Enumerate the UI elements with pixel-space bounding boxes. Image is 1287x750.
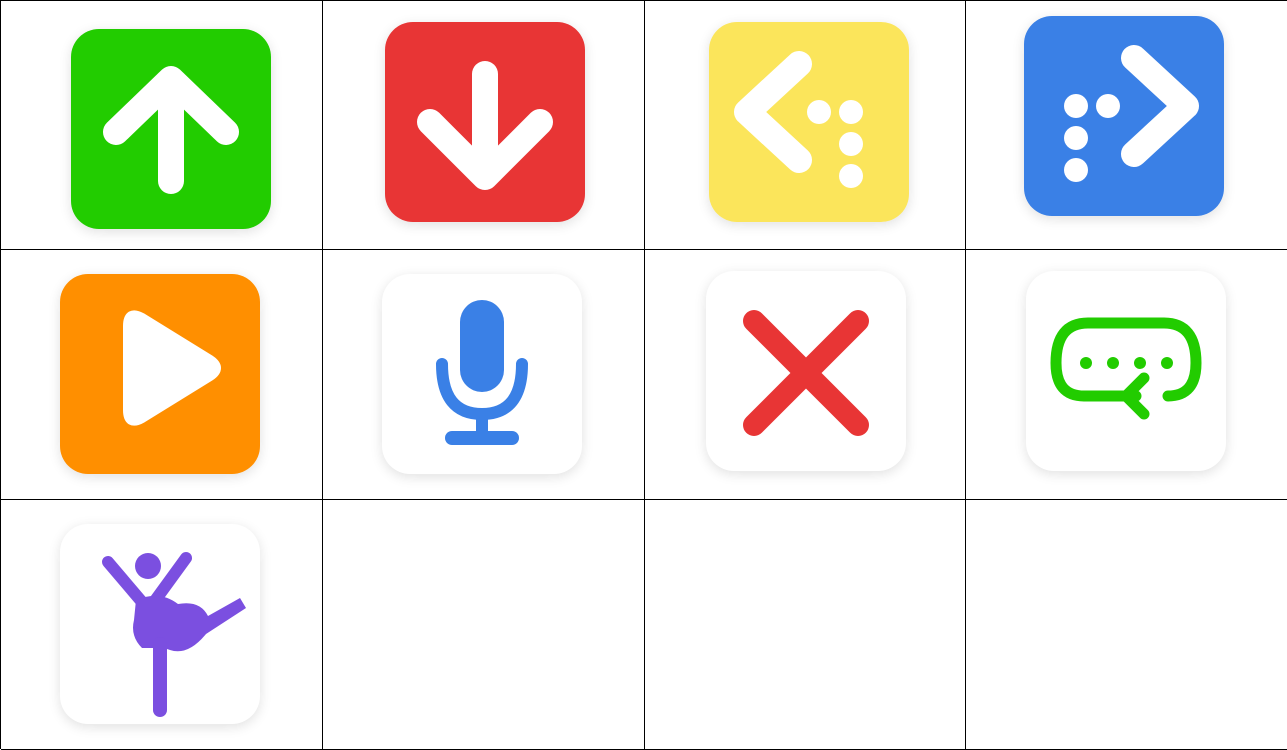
dotted-arrow-right-icon (1024, 16, 1224, 216)
dotted-arrow-left-icon (709, 22, 909, 222)
microphone-icon (436, 300, 528, 445)
dancer-icon (102, 552, 246, 717)
arrow-up-icon (71, 29, 271, 229)
close-x-icon (743, 310, 869, 436)
loop-repeat-icon (1050, 317, 1202, 420)
grid-cell (323, 250, 645, 500)
grid-cell (1, 250, 323, 500)
grid-cell-empty (645, 500, 966, 750)
grid-cell (966, 1, 1287, 250)
arrow-down-tile[interactable] (385, 22, 585, 222)
grid-cell (1, 1, 323, 250)
play-icon (60, 274, 260, 474)
microphone-tile[interactable] (382, 274, 582, 474)
dotted-arrow-left-tile[interactable] (709, 22, 909, 222)
grid-cell (1, 500, 323, 750)
arrow-up-tile[interactable] (71, 29, 271, 229)
grid-cell (645, 250, 966, 500)
arrow-down-icon (385, 22, 585, 222)
grid-cell (645, 1, 966, 250)
dancer-tile[interactable] (60, 524, 260, 724)
loop-repeat-tile[interactable] (1026, 271, 1226, 471)
grid-cell-empty (966, 500, 1287, 750)
icon-grid-table (0, 0, 1287, 750)
dotted-arrow-right-tile[interactable] (1024, 16, 1224, 216)
play-tile[interactable] (60, 274, 260, 474)
grid-cell (966, 250, 1287, 500)
grid-cell-empty (323, 500, 645, 750)
grid-cell (323, 1, 645, 250)
close-x-tile[interactable] (706, 271, 906, 471)
